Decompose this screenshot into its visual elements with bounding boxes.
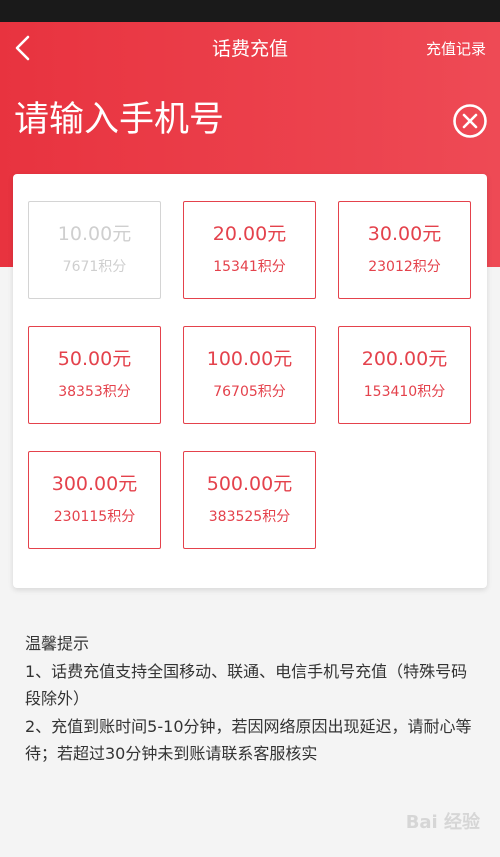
close-circle-icon	[453, 104, 487, 138]
option-amount: 50.00元	[57, 348, 132, 370]
option-amount: 300.00元	[51, 473, 138, 495]
recharge-options-card: 10.00元 7671积分 20.00元 15341积分 30.00元 2301…	[13, 174, 487, 588]
option-points: 15341积分	[213, 259, 286, 275]
option-points: 7671积分	[62, 259, 127, 275]
recharge-option-30[interactable]: 30.00元 23012积分	[338, 201, 471, 299]
recharge-option-500[interactable]: 500.00元 383525积分	[183, 451, 316, 549]
option-amount: 20.00元	[212, 223, 287, 245]
option-points: 23012积分	[368, 259, 441, 275]
option-amount: 200.00元	[361, 348, 448, 370]
option-points: 76705积分	[213, 384, 286, 400]
option-amount: 100.00元	[206, 348, 293, 370]
option-points: 383525积分	[208, 509, 291, 525]
option-amount: 30.00元	[367, 223, 442, 245]
option-points: 230115积分	[53, 509, 136, 525]
recharge-option-20[interactable]: 20.00元 15341积分	[183, 201, 316, 299]
chevron-left-icon	[15, 35, 30, 61]
recharge-records-link[interactable]: 充值记录	[426, 38, 486, 59]
tips-item: 1、话费充值支持全国移动、联通、电信手机号充值（特殊号码段除外）	[25, 661, 468, 709]
watermark-logo: Bai 经验	[405, 812, 480, 833]
recharge-option-100[interactable]: 100.00元 76705积分	[183, 326, 316, 424]
option-points: 38353积分	[58, 384, 131, 400]
tips-section: 温馨提示 1、话费充值支持全国移动、联通、电信手机号充值（特殊号码段除外） 2、…	[25, 630, 480, 768]
clear-button[interactable]	[452, 103, 488, 139]
tips-title: 温馨提示	[25, 634, 90, 653]
phone-number-input[interactable]	[14, 92, 414, 148]
tips-item: 2、充值到账时间5-10分钟，若因网络原因出现延迟，请耐心等待；若超过30分钟未…	[25, 716, 472, 764]
recharge-options-grid: 10.00元 7671积分 20.00元 15341积分 30.00元 2301…	[28, 201, 471, 549]
recharge-option-200[interactable]: 200.00元 153410积分	[338, 326, 471, 424]
nav-bar: 话费充值 充值记录	[0, 22, 500, 78]
recharge-option-300[interactable]: 300.00元 230115积分	[28, 451, 161, 549]
option-points: 153410积分	[363, 384, 446, 400]
recharge-option-10: 10.00元 7671积分	[28, 201, 161, 299]
option-amount: 500.00元	[206, 473, 293, 495]
status-bar	[0, 0, 500, 22]
back-button[interactable]	[8, 30, 42, 66]
option-amount: 10.00元	[57, 223, 132, 245]
page-title: 话费充值	[211, 38, 288, 60]
recharge-option-50[interactable]: 50.00元 38353积分	[28, 326, 161, 424]
